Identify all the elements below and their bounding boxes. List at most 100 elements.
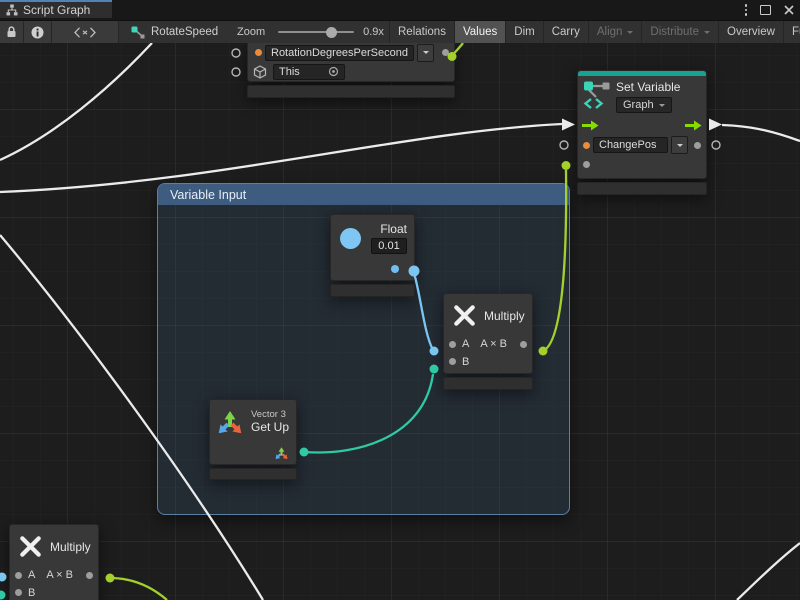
code-preview-button[interactable] [52,21,119,43]
toolbar-toggles: Relations Values Dim Carry Align Distrib… [389,21,800,43]
toolbar-button-fullscreen[interactable]: Full Screen [783,21,800,43]
toolbar-button-align[interactable]: Align [588,21,642,43]
output-port[interactable] [520,341,527,348]
set-variable-graph-icon [583,80,610,110]
new-value-output-port[interactable] [694,142,701,149]
wire-flow-top-left[interactable] [0,43,152,160]
graph-asset-icon [131,26,145,39]
wire-endpoint-dot[interactable] [106,574,115,583]
flow-in-arrow-icon[interactable] [582,120,599,131]
float-output-row [331,258,414,280]
graph-toolbar: RotateSpeed Zoom 0.9x Relations Values D… [0,21,800,44]
node-title: Multiply [50,540,91,554]
toolbar-button-dim[interactable]: Dim [505,21,542,43]
multiply-row-a: A A × B [10,566,98,584]
graph-reference[interactable]: RotateSpeed [131,21,218,43]
variable-value-output-port[interactable] [442,49,449,56]
flow-out-arrow-icon[interactable] [685,120,702,131]
float-type-icon [340,228,361,249]
group-header[interactable]: Variable Input [158,184,569,205]
port-ring[interactable] [232,68,240,76]
object-picker-icon[interactable] [328,66,339,77]
node-set-variable[interactable]: Set Variable Graph [577,70,707,195]
variable-name-dropdown[interactable]: RotationDegreesPerSecond [265,45,414,61]
node-float-literal[interactable]: Float 0.01 [330,214,415,297]
node-vector3-get-up[interactable]: Vector 3 Get Up [209,399,297,480]
port-ring[interactable] [560,141,568,149]
wire-bottom-multiply-output[interactable] [110,578,167,600]
maximize-icon[interactable] [760,5,771,15]
dropdown-caret-icon [704,31,710,37]
variable-name-port[interactable] [255,49,262,56]
wire-endpoint-dot[interactable] [562,161,571,170]
node-footer [330,284,415,297]
set-variable-name-row: ChangePos [578,135,706,155]
vector3-axes-icon [216,405,244,437]
input-b-port[interactable] [449,358,456,365]
variable-dropdown-button[interactable] [671,136,688,154]
input-a-port[interactable] [15,572,22,579]
toolbar-button-values[interactable]: Values [454,21,505,43]
flow-in-triangle[interactable] [562,119,575,131]
output-port[interactable] [86,572,93,579]
zoom-slider[interactable] [278,31,354,33]
info-button[interactable] [24,21,52,43]
node-title: Float [380,222,407,236]
variable-name-port[interactable] [583,142,590,149]
port-ring[interactable] [232,49,240,57]
toolbar-button-distribute[interactable]: Distribute [641,21,718,43]
port-ring[interactable] [712,141,720,149]
window-controls [745,0,795,20]
node-title: Set Variable [616,80,680,94]
vector3-type-label: Vector 3 [251,409,289,420]
flow-out-triangle[interactable] [709,119,722,131]
vector3-output-port[interactable] [274,444,289,461]
wire-endpoint-dot[interactable] [0,591,6,600]
tab-title: Script Graph [23,3,90,17]
node-footer [209,468,297,480]
menu-kebab-icon[interactable] [745,4,748,16]
flow-ports-row [578,115,706,135]
multiply-header: Multiply [444,294,532,335]
close-icon[interactable] [784,5,794,15]
zoom-control: Zoom 0.9x [237,21,384,43]
multiply-x-icon [452,303,477,328]
variable-name-dropdown[interactable]: ChangePos [593,137,668,153]
node-multiply-bottom[interactable]: Multiply A A × B B [9,524,99,600]
input-a-port[interactable] [449,341,456,348]
toolbar-button-relations[interactable]: Relations [389,21,454,43]
toolbar-button-overview[interactable]: Overview [718,21,783,43]
target-object-field[interactable]: This [273,64,345,80]
port-out-label: A × B [46,569,73,581]
gameobject-cube-icon [253,65,267,79]
float-value-input[interactable]: 0.01 [371,238,407,254]
node-title: Multiply [484,309,525,323]
port-b-label: B [462,356,469,368]
float-output-port[interactable] [391,265,399,273]
lock-button[interactable] [0,21,24,43]
toolbar-button-carry[interactable]: Carry [543,21,588,43]
zoom-slider-handle[interactable] [326,27,337,38]
graph-canvas[interactable]: Variable Input RotationDegreesPerSecond [0,43,800,600]
node-title: Get Up [251,420,289,434]
wire-endpoint-dot[interactable] [0,573,7,582]
hierarchy-icon [6,4,18,16]
wire-flow-into-set-variable[interactable] [0,124,562,192]
variable-dropdown-button[interactable] [417,44,434,62]
set-variable-value-row [578,155,706,178]
variable-scope-dropdown[interactable]: Graph [616,97,672,113]
input-b-port[interactable] [15,589,22,596]
wire-flow-out-of-set-variable[interactable] [722,125,800,141]
dropdown-caret-icon [677,144,683,150]
float-header: Float 0.01 [331,215,414,258]
tab-script-graph[interactable]: Script Graph [0,0,112,18]
script-graph-window: Script Graph [0,0,800,600]
node-get-variable[interactable]: RotationDegreesPerSecond This [247,43,455,98]
wire-flow-bottom-right[interactable] [737,543,800,600]
node-multiply-middle[interactable]: Multiply A A × B B [443,293,533,390]
get-variable-name-row: RotationDegreesPerSecond [248,43,454,62]
value-input-port[interactable] [583,161,590,168]
vector3-header: Vector 3 Get Up [210,400,296,441]
multiply-row-b: B [10,584,98,600]
zoom-label: Zoom [237,26,265,38]
